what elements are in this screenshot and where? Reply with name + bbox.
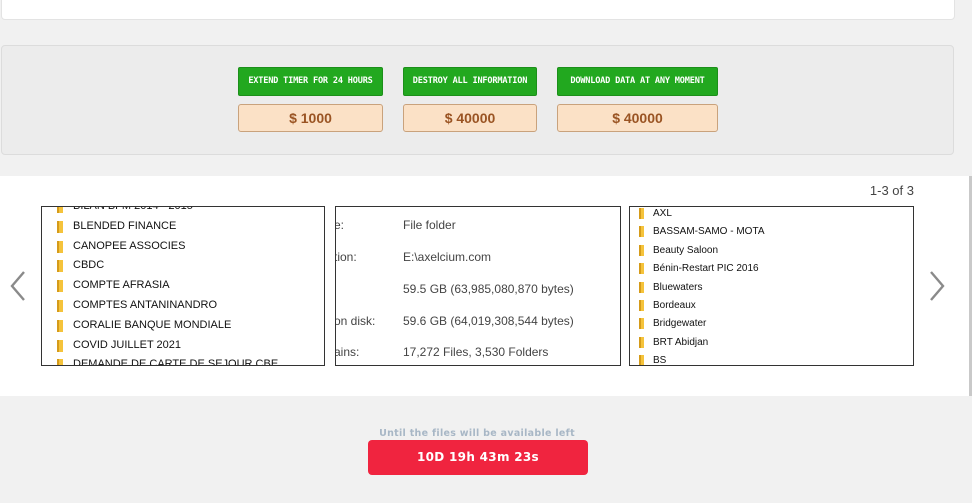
folder-name: COVID JUILLET 2021 xyxy=(73,338,182,351)
offer-panel: EXTEND TIMER FOR 24 HOURS $ 1000 DESTROY… xyxy=(1,45,954,155)
property-key: on disk: xyxy=(335,314,376,328)
extend-timer-price: $ 1000 xyxy=(238,104,383,132)
download-data-button[interactable]: DOWNLOAD DATA AT ANY MOMENT xyxy=(557,67,718,96)
folder-name: COMPTES ANTANINANDRO xyxy=(73,298,218,311)
folder-icon xyxy=(639,299,644,311)
gallery-pager: 1-3 of 3 xyxy=(869,183,914,198)
property-value: 59.6 GB (64,019,308,544 bytes) xyxy=(403,314,574,328)
thumbnail-folder-list-2[interactable]: AXL BASSAM-SAMO - MOTA Beauty Saloon Bénin-… xyxy=(629,206,914,366)
folder-name: BILAN BFM 2014 - 2015 xyxy=(73,206,193,212)
folder-name: Bénin-Restart PIC 2016 xyxy=(653,263,759,275)
folder-name: Bridgewater xyxy=(653,318,707,330)
folder-item: BRT Abidjan xyxy=(630,334,913,352)
gallery-next-arrow[interactable] xyxy=(923,264,949,308)
countdown-label: Until the files will be available left xyxy=(379,428,575,439)
extend-timer-button[interactable]: EXTEND TIMER FOR 24 HOURS xyxy=(238,67,383,96)
folder-icon xyxy=(57,260,63,273)
thumbnail-folder-properties[interactable]: e: File folder tion: E:\axelcium.com 59.… xyxy=(335,206,621,366)
download-data-price: $ 40000 xyxy=(557,104,718,132)
folder-name: COMPTE AFRASIA xyxy=(73,279,170,292)
folder-name: Beauty Saloon xyxy=(653,244,719,256)
property-size-on-disk: on disk: 59.6 GB (64,019,308,544 bytes) xyxy=(336,314,620,334)
offer-destroy-info: DESTROY ALL INFORMATION $ 40000 xyxy=(403,67,537,132)
property-value: File folder xyxy=(403,218,456,232)
folder-icon xyxy=(57,280,63,293)
folder-icon xyxy=(639,208,644,219)
property-value: 17,272 Files, 3,530 Folders xyxy=(403,345,549,359)
folder-icon xyxy=(57,240,63,253)
folder-name: Bluewaters xyxy=(653,281,703,293)
property-type: e: File folder xyxy=(336,218,620,238)
folder-list: AXL BASSAM-SAMO - MOTA Beauty Saloon Bénin-… xyxy=(630,207,913,366)
property-size: 59.5 GB (63,985,080,870 bytes) xyxy=(336,282,620,302)
top-card xyxy=(1,0,955,20)
offer-extend-timer: EXTEND TIMER FOR 24 HOURS $ 1000 xyxy=(238,67,383,132)
property-key: tion: xyxy=(335,250,357,264)
folder-item: BASSAM-SAMO - MOTA xyxy=(630,223,913,241)
folder-item: BILAN BFM 2014 - 2015 xyxy=(42,206,324,217)
chevron-right-icon xyxy=(923,264,949,308)
property-location: tion: E:\axelcium.com xyxy=(336,250,620,270)
folder-name: BLENDED FINANCE xyxy=(73,219,177,232)
destroy-information-button[interactable]: DESTROY ALL INFORMATION xyxy=(403,67,537,96)
destroy-information-price: $ 40000 xyxy=(403,104,537,132)
file-preview-gallery: 1-3 of 3 BILAN BFM 2014 - 2015 BLENDED FI… xyxy=(0,176,972,396)
folder-icon xyxy=(57,339,63,352)
folder-icon xyxy=(57,299,63,312)
folder-item: BLENDED FINANCE xyxy=(42,217,324,237)
folder-item: CBDC xyxy=(42,256,324,276)
folder-icon xyxy=(639,355,644,365)
folder-name: DEMANDE DE CARTE DE SEJOUR CBE xyxy=(73,358,279,366)
folder-icon xyxy=(57,319,63,332)
folder-item: COMPTES ANTANINANDRO xyxy=(42,296,324,316)
property-key: ains: xyxy=(335,345,360,359)
chevron-left-icon xyxy=(6,264,32,308)
folder-name: CORALIE BANQUE MONDIALE xyxy=(73,318,232,331)
folder-name: BS xyxy=(653,355,667,366)
offer-download-data: DOWNLOAD DATA AT ANY MOMENT $ 40000 xyxy=(557,67,718,132)
folder-item: DEMANDE DE CARTE DE SEJOUR CBE xyxy=(42,355,324,366)
folder-icon xyxy=(639,281,644,293)
folder-item: Beauty Saloon xyxy=(630,242,913,260)
folder-item: AXL xyxy=(630,207,913,223)
folder-item: Bénin-Restart PIC 2016 xyxy=(630,260,913,278)
folder-list: BILAN BFM 2014 - 2015 BLENDED FINANCE CANO… xyxy=(42,206,324,366)
folder-icon xyxy=(639,263,644,275)
folder-name: AXL xyxy=(653,208,672,219)
gallery-prev-arrow[interactable] xyxy=(6,264,32,308)
folder-icon xyxy=(57,359,63,365)
folder-icon xyxy=(57,207,63,213)
property-value: 59.5 GB (63,985,080,870 bytes) xyxy=(403,282,574,296)
folder-name: CBDC xyxy=(73,259,105,272)
thumbnail-folder-list[interactable]: BILAN BFM 2014 - 2015 BLENDED FINANCE CANO… xyxy=(41,206,325,366)
folder-item: Bordeaux xyxy=(630,297,913,315)
folder-item: COVID JUILLET 2021 xyxy=(42,336,324,356)
folder-item: Bridgewater xyxy=(630,315,913,333)
property-key: e: xyxy=(335,218,345,232)
folder-icon xyxy=(639,226,644,238)
folder-name: BRT Abidjan xyxy=(653,336,709,348)
folder-name: CANOPEE ASSOCIES xyxy=(73,239,186,252)
property-value: E:\axelcium.com xyxy=(403,250,492,264)
folder-item: Bluewaters xyxy=(630,279,913,297)
property-contains: ains: 17,272 Files, 3,530 Folders xyxy=(336,345,620,365)
folder-name: BASSAM-SAMO - MOTA xyxy=(653,226,765,238)
folder-icon xyxy=(639,244,644,256)
folder-item: BS xyxy=(630,352,913,366)
folder-name: Bordeaux xyxy=(653,299,696,311)
folder-icon xyxy=(57,220,63,233)
folder-item: CORALIE BANQUE MONDIALE xyxy=(42,316,324,336)
folder-item: CANOPEE ASSOCIES xyxy=(42,237,324,257)
countdown-timer: 10D 19h 43m 23s xyxy=(368,440,588,475)
folder-icon xyxy=(639,318,644,330)
folder-item: COMPTE AFRASIA xyxy=(42,276,324,296)
folder-icon xyxy=(639,336,644,348)
